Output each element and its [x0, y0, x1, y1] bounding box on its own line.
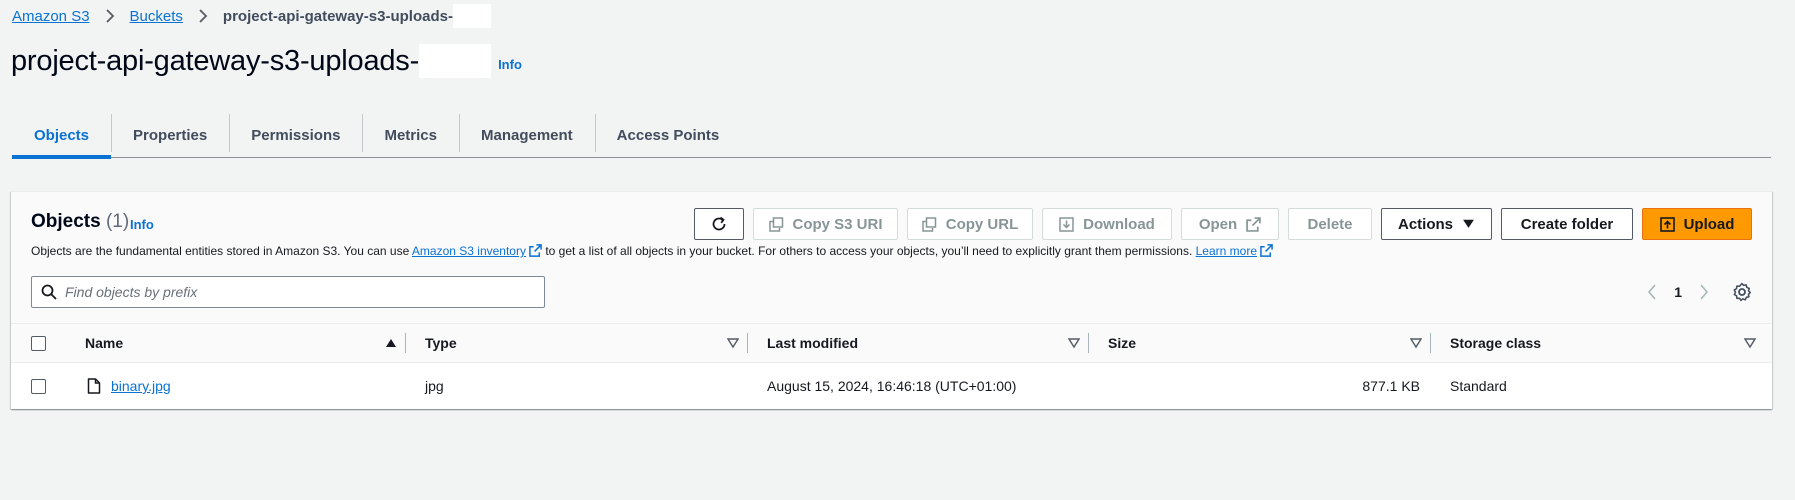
row-checkbox[interactable] — [31, 378, 46, 394]
column-divider[interactable] — [747, 333, 748, 353]
refresh-button[interactable] — [694, 208, 744, 240]
tab-access-points[interactable]: Access Points — [594, 114, 742, 157]
redaction-box — [419, 44, 492, 78]
create-folder-button[interactable]: Create folder — [1501, 208, 1633, 240]
tab-objects[interactable]: Objects — [12, 114, 112, 159]
current-page-number[interactable]: 1 — [1674, 284, 1682, 300]
column-header-name[interactable]: Name — [85, 324, 123, 362]
chevron-right-icon — [195, 8, 211, 24]
sort-icon[interactable] — [1744, 324, 1756, 362]
sort-icon[interactable] — [727, 324, 739, 362]
objects-table: Name Type Last modified Size Storage cla… — [11, 324, 1772, 409]
delete-label: Delete — [1307, 215, 1353, 233]
open-button[interactable]: Open — [1181, 208, 1279, 240]
breadcrumb-current: project-api-gateway-s3-uploads- — [222, 7, 453, 25]
select-all-checkbox[interactable] — [31, 335, 46, 351]
column-header-last-modified[interactable]: Last modified — [767, 324, 858, 362]
object-type-cell: jpg — [425, 378, 444, 394]
copy-s3-uri-button[interactable]: Copy S3 URI — [753, 208, 898, 240]
table-row: binary.jpg jpg August 15, 2024, 16:46:18… — [11, 363, 1772, 409]
copy-icon — [768, 216, 784, 232]
description-text-middle: to get a list of all objects in your buc… — [541, 244, 1196, 258]
external-link-icon — [1260, 244, 1273, 257]
column-header-type[interactable]: Type — [425, 324, 457, 362]
actions-label: Actions — [1398, 215, 1454, 233]
column-divider[interactable] — [1088, 333, 1089, 353]
objects-heading-label: Objects — [31, 211, 101, 232]
redaction-box — [452, 4, 491, 28]
description-text-start: Objects are the fundamental entities sto… — [31, 244, 412, 258]
s3-inventory-link[interactable]: Amazon S3 inventory — [412, 244, 526, 258]
table-header-row: Name Type Last modified Size Storage cla… — [11, 324, 1772, 363]
create-folder-label: Create folder — [1520, 215, 1614, 233]
page-header: project-api-gateway-s3-uploads- Info — [11, 44, 522, 78]
download-button[interactable]: Download — [1042, 208, 1172, 240]
tab-metrics[interactable]: Metrics — [362, 114, 459, 157]
objects-description: Objects are the fundamental entities sto… — [31, 244, 1273, 258]
learn-more-link[interactable]: Learn more — [1196, 244, 1257, 258]
column-divider[interactable] — [1430, 333, 1431, 353]
download-icon — [1059, 216, 1074, 232]
row-select-cell — [31, 363, 46, 409]
tab-permissions[interactable]: Permissions — [229, 114, 362, 157]
delete-button[interactable]: Delete — [1288, 208, 1372, 240]
external-link-icon — [529, 244, 542, 257]
breadcrumb-buckets[interactable]: Buckets — [130, 8, 183, 25]
breadcrumb: Amazon S3 Buckets project-api-gateway-s3… — [12, 4, 491, 28]
copy-s3-uri-label: Copy S3 URI — [792, 215, 883, 233]
next-page-icon[interactable] — [1694, 282, 1714, 302]
column-header-size[interactable]: Size — [1108, 324, 1136, 362]
copy-icon — [922, 216, 937, 232]
copy-url-label: Copy URL — [945, 215, 1019, 233]
chevron-right-icon — [102, 8, 118, 24]
search-box — [31, 276, 545, 308]
upload-label: Upload — [1683, 215, 1735, 233]
pagination: 1 — [1642, 280, 1752, 304]
tab-bar: Objects Properties Permissions Metrics M… — [12, 114, 1771, 159]
download-label: Download — [1083, 215, 1155, 233]
tab-management[interactable]: Management — [458, 114, 595, 157]
upload-button[interactable]: Upload — [1642, 208, 1752, 240]
copy-url-button[interactable]: Copy URL — [907, 208, 1033, 240]
gear-icon[interactable] — [1732, 282, 1752, 302]
object-size-cell: 877.1 KB — [1362, 378, 1420, 394]
sort-icon[interactable] — [1410, 324, 1422, 362]
search-input[interactable] — [65, 284, 525, 300]
objects-info-link[interactable]: Info — [130, 217, 154, 232]
object-name-link[interactable]: binary.jpg — [111, 378, 171, 394]
objects-panel-header: Objects (1) Info Objects are the fundame… — [11, 192, 1772, 324]
objects-panel: Objects (1) Info Objects are the fundame… — [11, 191, 1772, 409]
objects-count: (1) — [105, 211, 130, 232]
file-icon — [87, 378, 103, 394]
breadcrumb-amazon-s3[interactable]: Amazon S3 — [12, 8, 90, 25]
tab-properties[interactable]: Properties — [111, 114, 229, 157]
page-title: project-api-gateway-s3-uploads- — [11, 44, 420, 77]
refresh-icon — [711, 216, 727, 232]
objects-heading: Objects (1) — [31, 211, 129, 233]
object-storage-class-cell: Standard — [1450, 378, 1507, 394]
select-all-cell — [31, 324, 46, 362]
column-divider[interactable] — [405, 333, 406, 353]
object-last-modified-cell: August 15, 2024, 16:46:18 (UTC+01:00) — [767, 378, 1017, 394]
search-icon — [41, 284, 57, 300]
page-info-link[interactable]: Info — [498, 57, 522, 72]
column-header-storage-class[interactable]: Storage class — [1450, 324, 1541, 362]
previous-page-icon[interactable] — [1642, 282, 1662, 302]
sort-icon[interactable] — [1068, 324, 1080, 362]
upload-icon — [1659, 216, 1675, 232]
external-link-icon — [1246, 216, 1261, 232]
caret-down-icon — [1462, 217, 1475, 232]
open-label: Open — [1198, 215, 1238, 233]
objects-toolbar: Copy S3 URI Copy URL Download Open Delet… — [694, 208, 1752, 240]
sort-ascending-icon[interactable] — [385, 324, 397, 362]
object-name-cell: binary.jpg — [87, 363, 171, 409]
actions-dropdown-button[interactable]: Actions — [1381, 208, 1492, 240]
